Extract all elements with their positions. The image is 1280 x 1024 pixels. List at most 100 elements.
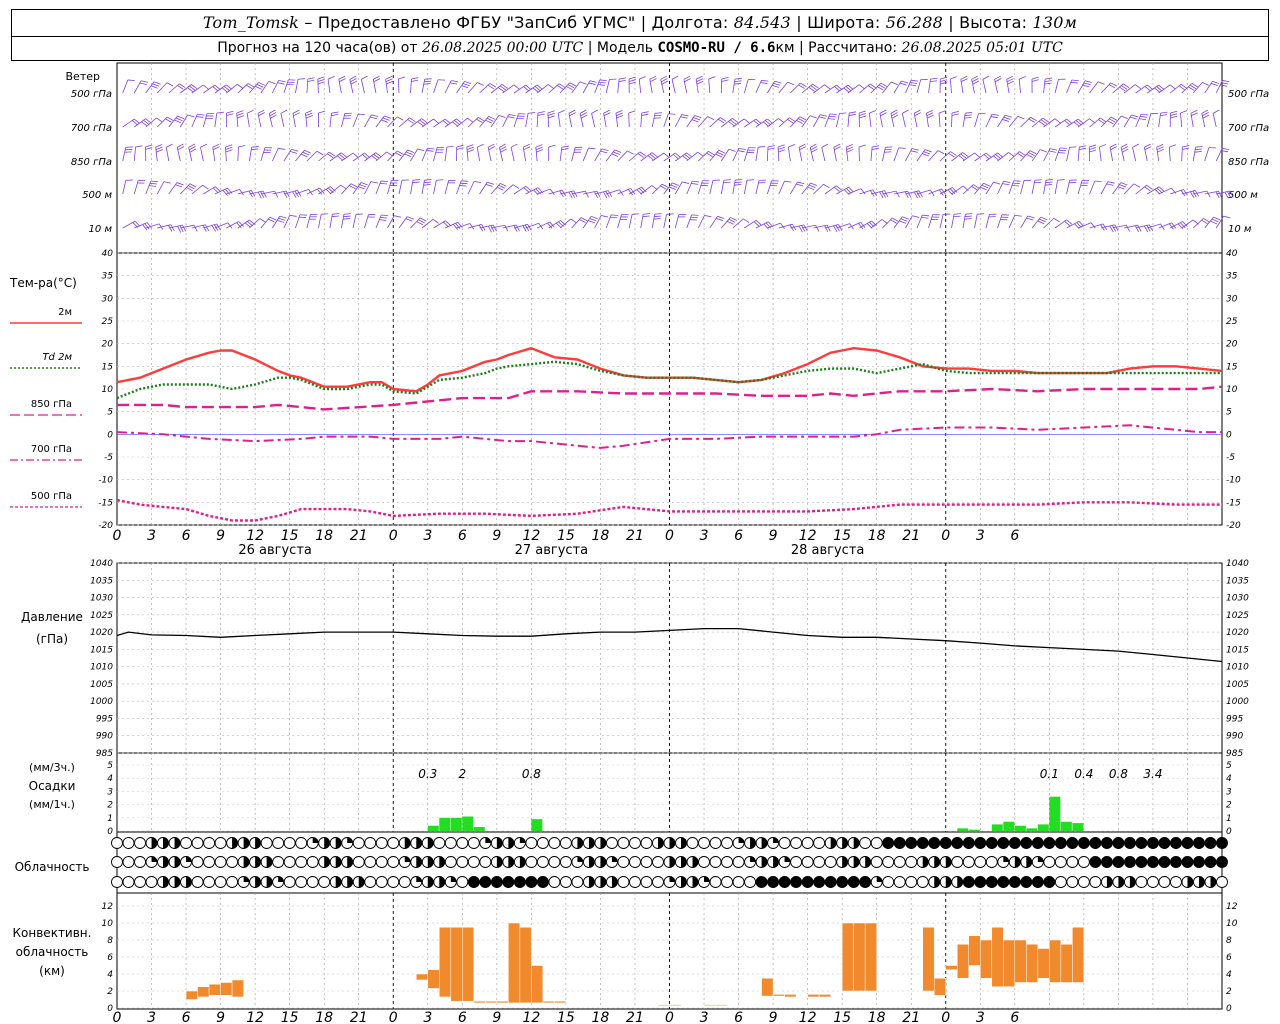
wind-barb-shaft — [686, 115, 696, 128]
wind-barb-feather — [671, 75, 679, 80]
cloud-symbol-circle — [536, 876, 549, 888]
wind-barb-feather — [611, 153, 619, 157]
wind-barb — [306, 213, 318, 229]
precip-tick-right: 5 — [1226, 761, 1232, 771]
wind-barb-feather — [1210, 83, 1218, 87]
wind-barb-shaft — [997, 152, 1009, 162]
cloud-symbol-fill — [853, 837, 860, 849]
wind-barb — [329, 111, 339, 128]
cloud-symbol-fill — [1014, 856, 1021, 868]
hour-label-temp: 6 — [182, 528, 191, 544]
pressure-tick-right: 990 — [1226, 732, 1243, 742]
wind-barb — [697, 215, 712, 229]
wind-barb — [433, 146, 445, 162]
cloud-symbol — [847, 856, 860, 868]
cloud-symbol-fill — [485, 837, 491, 843]
wind-barb-feather — [291, 148, 299, 152]
cloud-symbol-circle — [467, 876, 480, 888]
wind-barb-feather — [809, 115, 817, 119]
wind-barb-shaft — [651, 183, 663, 195]
wind-barb-shaft — [1193, 190, 1207, 195]
wind-barb-feather — [721, 79, 729, 82]
temp-tick-left: 40 — [102, 249, 114, 259]
wind-barb-feather — [819, 114, 827, 117]
cloud-symbol — [502, 856, 515, 868]
wind-barb-feather — [236, 115, 244, 119]
wind-barb-shaft — [766, 146, 769, 162]
wind-barb-feather — [343, 215, 351, 218]
cloud-symbol-circle — [721, 837, 734, 849]
cloud-symbol — [974, 837, 987, 849]
cloud-symbol — [364, 876, 377, 888]
meteogram-chart: 40403535303025252020151510105500-5-5-10-… — [9, 62, 1269, 1024]
wind-barb — [1043, 148, 1058, 162]
wind-barb-feather — [1206, 190, 1211, 198]
wind-barb-feather — [971, 75, 979, 80]
wind-barb-feather — [691, 183, 699, 185]
cloud-symbol — [1181, 876, 1194, 888]
wind-barb-shaft — [985, 114, 993, 128]
wind-barb-feather — [361, 75, 368, 80]
pressure-tick-right: 1025 — [1226, 611, 1249, 621]
wind-barb — [249, 218, 266, 229]
wind-barb-feather — [225, 149, 233, 153]
cloud-symbol-fill — [508, 856, 514, 868]
cloud-symbol — [260, 837, 273, 849]
wind-barb-feather — [899, 82, 907, 86]
cloud-symbol — [490, 837, 503, 849]
wind-barb-feather — [1083, 82, 1091, 86]
wind-barb-feather — [277, 82, 285, 85]
wind-barb-shaft — [237, 146, 239, 162]
precip-tick-right: 3 — [1226, 787, 1232, 797]
hour-label-temp: 21 — [902, 528, 920, 544]
wind-barb-feather — [145, 147, 153, 150]
cloud-symbol — [1031, 876, 1044, 888]
cloud-symbol-fill — [842, 837, 848, 849]
cloud-symbol-fill — [255, 837, 261, 849]
wind-barb-feather — [930, 80, 938, 83]
wind-barb — [708, 76, 716, 94]
wind-barb-feather — [961, 78, 968, 83]
wind-barb — [767, 118, 785, 128]
wind-barb-feather — [466, 144, 474, 148]
wind-barb-feather — [1129, 116, 1137, 120]
wind-barb — [777, 144, 786, 162]
wind-barb-shaft — [801, 182, 811, 195]
wind-barb — [638, 76, 646, 94]
wind-barb-feather — [663, 152, 670, 158]
wind-barb-feather — [683, 75, 691, 80]
hour-label-conv: 3 — [423, 1010, 432, 1024]
pressure-tick-left: 1000 — [90, 697, 113, 707]
wind-barb-feather — [512, 184, 520, 189]
wind-barb-shaft — [1146, 113, 1152, 128]
wind-barb — [421, 118, 440, 128]
wind-barb-feather — [187, 114, 195, 118]
cloud-symbol-fill — [163, 856, 169, 868]
cloud-symbol-circle — [467, 856, 480, 868]
wind-barb-shaft — [1123, 114, 1132, 128]
wind-barb — [755, 79, 769, 94]
hour-label-temp: 6 — [1010, 528, 1019, 544]
precip-bar — [957, 828, 969, 831]
wind-barb-shaft — [1158, 222, 1172, 229]
pressure-tick-right: 995 — [1226, 714, 1243, 724]
wind-barb-shaft — [433, 220, 446, 229]
cloud-symbol-circle — [744, 876, 757, 888]
wind-barb-feather — [1169, 144, 1177, 148]
hour-label-temp: 6 — [734, 528, 743, 544]
wind-barb-feather — [226, 113, 234, 116]
wind-barb-feather — [760, 82, 768, 84]
cloud-symbol — [836, 876, 849, 888]
cloud-symbol-circle — [467, 837, 480, 849]
wind-barb-shaft — [168, 83, 180, 94]
cloud-symbol — [295, 876, 308, 888]
wind-barb — [133, 145, 143, 162]
cloud-symbol — [640, 837, 653, 849]
cloud-symbol — [582, 876, 595, 888]
wind-barb-feather — [528, 112, 536, 114]
wind-barb-feather — [197, 113, 205, 116]
wind-level-label: 850 гПа — [71, 157, 112, 168]
wind-barb — [985, 152, 1004, 162]
wind-barb-feather — [1006, 75, 1014, 80]
wind-barb-feather — [797, 118, 805, 123]
